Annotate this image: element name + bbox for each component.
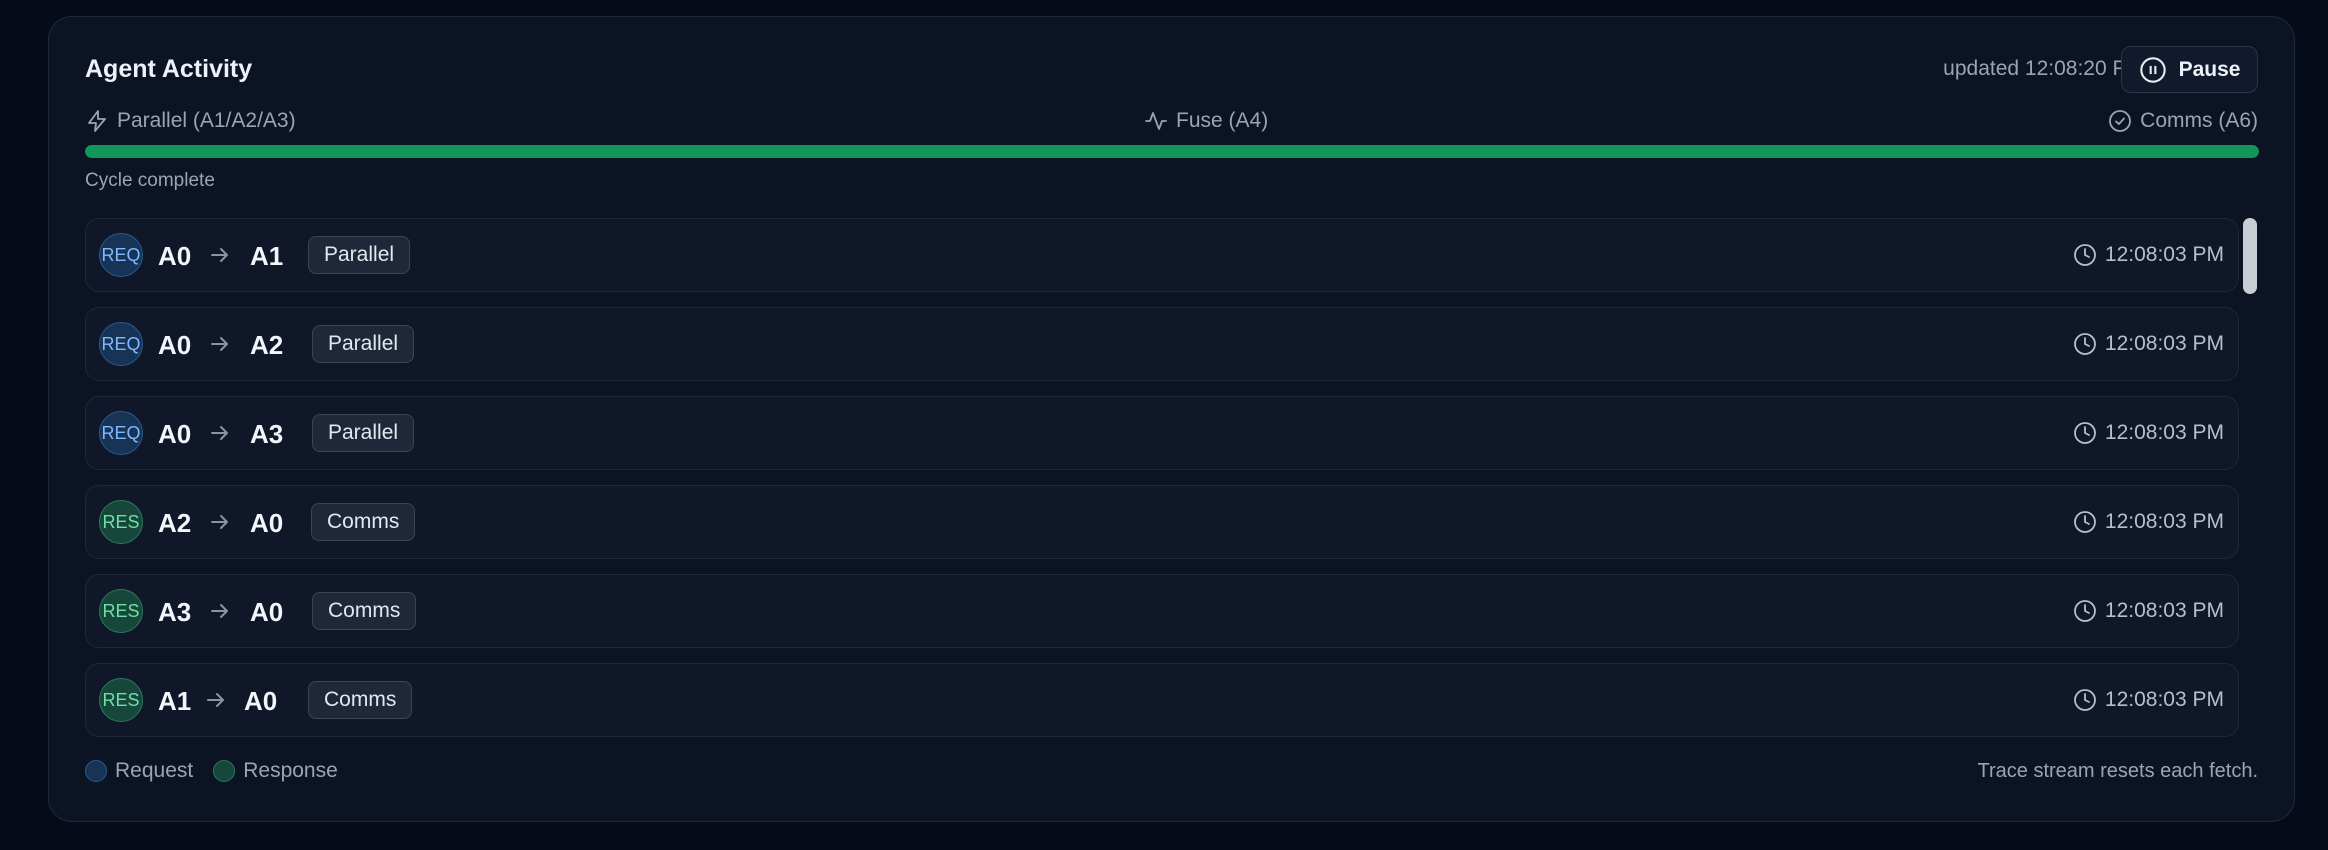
trace-time: 12:08:03 PM [2073, 243, 2224, 267]
arrow-right-icon [211, 248, 228, 262]
trace-time-text: 12:08:03 PM [2104, 421, 2224, 444]
arrow-right-icon [211, 426, 228, 440]
footer-note: Trace stream resets each fetch. [1977, 760, 2258, 782]
legend-request-label: Request [115, 759, 194, 782]
trace-from: A2 [158, 508, 192, 538]
trace-row[interactable]: REQ A0 A1 Parallel 12:08:03 PM [85, 218, 2239, 292]
phase-parallel: Parallel (A1/A2/A3) [85, 109, 296, 133]
trace-from: A0 [158, 330, 192, 360]
trace-from: A1 [158, 686, 192, 716]
trace-row[interactable]: RES A2 A0 Comms 12:08:03 PM [85, 485, 2239, 559]
trace-to: A3 [250, 419, 284, 449]
arrow-right-icon [211, 337, 228, 351]
legend-request: Request [85, 759, 193, 783]
cycle-status: Cycle complete [85, 170, 215, 191]
response-badge: RES [99, 500, 143, 544]
phase-tag: Comms [312, 592, 417, 630]
phase-tag: Comms [308, 681, 413, 719]
lightning-icon [88, 110, 106, 132]
updated-timestamp: updated 12:08:20 PM [1943, 57, 2144, 80]
trace-time: 12:08:03 PM [2073, 510, 2224, 534]
clock-icon [2074, 511, 2096, 533]
cycle-progress-bar [85, 145, 2259, 158]
legend-response-label: Response [243, 759, 338, 782]
clock-icon [2074, 422, 2096, 444]
trace-time-text: 12:08:03 PM [2104, 332, 2224, 355]
request-badge: REQ [99, 233, 143, 277]
trace-time-text: 12:08:03 PM [2104, 510, 2224, 533]
trace-from: A3 [158, 597, 192, 627]
clock-icon [2074, 600, 2096, 622]
progress-fill [85, 145, 2259, 158]
trace-time: 12:08:03 PM [2073, 332, 2224, 356]
phase-comms-label: Comms (A6) [2140, 109, 2258, 132]
trace-from: A0 [158, 241, 192, 271]
trace-to: A1 [250, 241, 284, 271]
phase-parallel-label: Parallel (A1/A2/A3) [117, 109, 296, 132]
pause-circle-icon [2139, 56, 2166, 83]
phase-tag: Comms [311, 503, 416, 541]
phase-comms: Comms (A6) [2108, 109, 2258, 133]
pause-label: Pause [2178, 57, 2241, 81]
trace-time: 12:08:03 PM [2073, 421, 2224, 445]
request-swatch [85, 760, 107, 782]
check-circle-icon [2109, 110, 2132, 132]
trace-to: A0 [250, 508, 284, 538]
trace-row[interactable]: RES A1 A0 Comms 12:08:03 PM [85, 663, 2239, 737]
trace-row[interactable]: RES A3 A0 Comms 12:08:03 PM [85, 574, 2239, 648]
agent-activity-panel: Agent Activity updated 12:08:20 PM Pause… [48, 16, 2295, 822]
trace-time-text: 12:08:03 PM [2104, 688, 2224, 711]
arrow-right-icon [207, 693, 224, 707]
trace-row[interactable]: REQ A0 A2 Parallel 12:08:03 PM [85, 307, 2239, 381]
phase-fuse-label: Fuse (A4) [1176, 109, 1269, 132]
trace-to: A0 [250, 597, 284, 627]
request-badge: REQ [99, 322, 143, 366]
phase-tag: Parallel [312, 414, 415, 452]
phase-tag: Parallel [312, 325, 415, 363]
request-badge: REQ [99, 411, 143, 455]
legend: Request Response [85, 759, 338, 783]
trace-to: A0 [244, 686, 278, 716]
trace-time: 12:08:03 PM [2073, 688, 2224, 712]
trace-time-text: 12:08:03 PM [2104, 243, 2224, 266]
response-badge: RES [99, 678, 143, 722]
arrow-right-icon [211, 515, 228, 529]
legend-response: Response [213, 759, 338, 783]
trace-row[interactable]: REQ A0 A3 Parallel 12:08:03 PM [85, 396, 2239, 470]
response-swatch [213, 760, 236, 782]
activity-pulse-icon [1145, 112, 1167, 130]
clock-icon [2074, 333, 2096, 355]
trace-time: 12:08:03 PM [2073, 599, 2224, 623]
phase-tag: Parallel [308, 236, 411, 274]
trace-from: A0 [158, 419, 192, 449]
response-badge: RES [99, 589, 143, 633]
trace-to: A2 [250, 330, 284, 360]
clock-icon [2074, 689, 2096, 711]
trace-list-scrollbar[interactable] [2243, 218, 2257, 294]
clock-icon [2074, 244, 2096, 266]
trace-time-text: 12:08:03 PM [2104, 599, 2224, 622]
phase-fuse: Fuse (A4) [1144, 109, 1268, 133]
arrow-right-icon [211, 604, 228, 618]
pause-button[interactable]: Pause [2121, 46, 2258, 93]
panel-title: Agent Activity [85, 55, 253, 83]
